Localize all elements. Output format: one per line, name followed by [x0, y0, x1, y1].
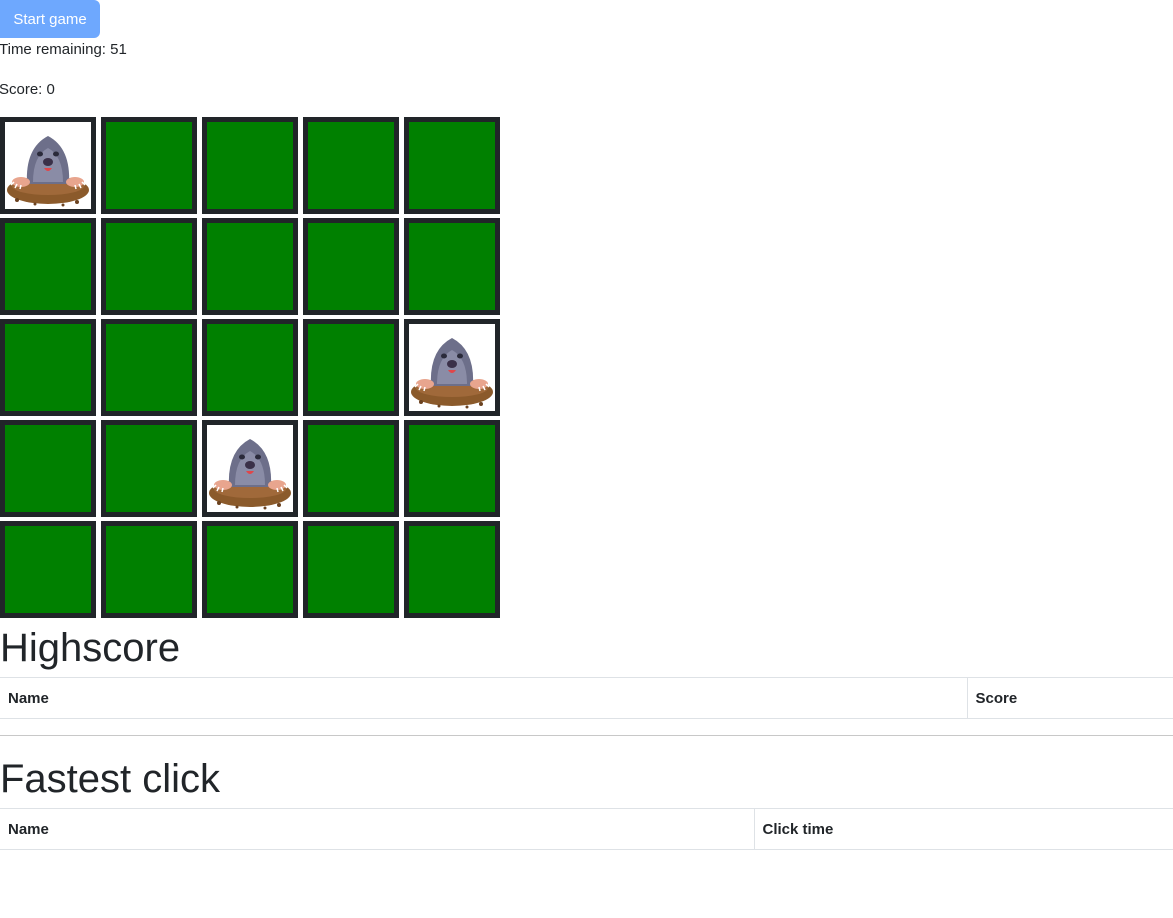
hole-cell[interactable] — [202, 117, 298, 214]
hole-cell[interactable] — [303, 319, 399, 416]
highscore-header-row: Name Score — [0, 677, 1173, 719]
hole-cell[interactable] — [0, 420, 96, 517]
mole-hole-cell[interactable] — [0, 117, 96, 214]
fastest-click-heading: Fastest click — [0, 757, 221, 801]
mole-icon — [411, 338, 493, 409]
highscore-table: Name Score — [0, 677, 1173, 719]
fastest-click-time-header: Click time — [753, 808, 1173, 850]
hole-cell[interactable] — [101, 218, 197, 315]
hole-cell[interactable] — [202, 521, 298, 618]
highscore-heading: Highscore — [0, 626, 181, 670]
hole-cell[interactable] — [0, 218, 96, 315]
hole-cell[interactable] — [101, 521, 197, 618]
fastest-click-table: Name Click time — [0, 808, 1173, 850]
hole-cell[interactable] — [101, 420, 197, 517]
hole-cell[interactable] — [303, 420, 399, 517]
hole-cell[interactable] — [404, 218, 500, 315]
mole-icon — [209, 439, 291, 510]
hole-cell[interactable] — [101, 117, 197, 214]
hole-cell[interactable] — [303, 521, 399, 618]
hole-cell[interactable] — [303, 117, 399, 214]
fastest-click-name-header: Name — [0, 808, 754, 850]
highscore-name-header: Name — [0, 677, 967, 719]
mole-icon — [7, 136, 89, 207]
hole-cell[interactable] — [404, 117, 500, 214]
hole-cell[interactable] — [404, 521, 500, 618]
hole-cell[interactable] — [202, 218, 298, 315]
hole-cell[interactable] — [0, 521, 96, 618]
score-display: Score: 0 — [0, 81, 55, 98]
start-game-button[interactable]: Start game — [0, 0, 100, 38]
mole-hole-cell[interactable] — [404, 319, 500, 416]
highscore-score-header: Score — [966, 677, 1173, 719]
game-board — [0, 117, 500, 620]
hole-cell[interactable] — [202, 319, 298, 416]
time-remaining: Time remaining: 51 — [0, 41, 127, 58]
mole-hole-cell[interactable] — [202, 420, 298, 517]
hole-cell[interactable] — [303, 218, 399, 315]
hole-cell[interactable] — [404, 420, 500, 517]
hole-cell[interactable] — [101, 319, 197, 416]
section-divider — [0, 735, 1173, 736]
fastest-click-header-row: Name Click time — [0, 808, 1173, 850]
hole-cell[interactable] — [0, 319, 96, 416]
